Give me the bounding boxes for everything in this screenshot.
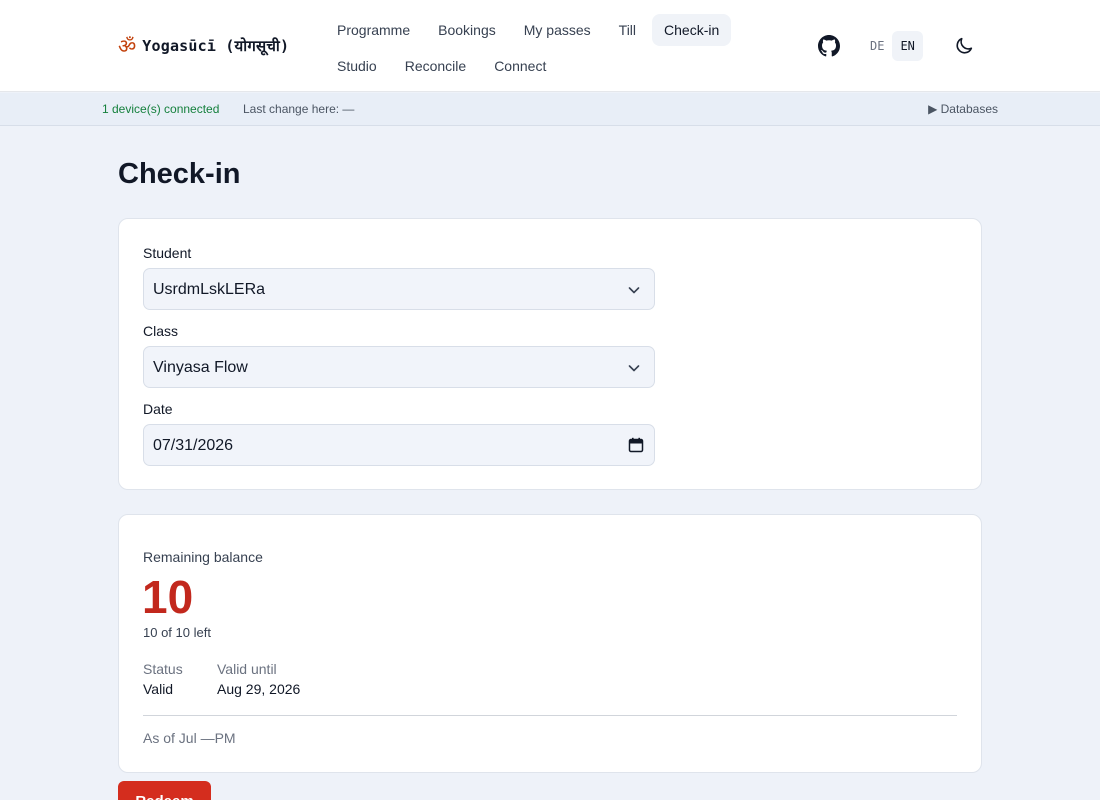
lang-en[interactable]: EN — [892, 31, 923, 61]
chevron-down-icon — [628, 365, 640, 372]
om-icon: ॐ — [118, 34, 137, 58]
student-label: Student — [143, 245, 192, 261]
class-select[interactable]: Vinyasa Flow — [143, 346, 655, 388]
nav-my-passes[interactable]: My passes — [512, 14, 603, 46]
nav-row-1: Programme Bookings My passes Till Check-… — [325, 12, 765, 48]
github-icon[interactable] — [818, 35, 840, 57]
databases-toggle[interactable]: ▶ Databases — [928, 102, 998, 116]
nav-connect[interactable]: Connect — [482, 50, 558, 82]
student-select[interactable]: UsrdmLskLERa — [143, 268, 655, 310]
date-label: Date — [143, 401, 173, 417]
nav-studio[interactable]: Studio — [325, 50, 389, 82]
calendar-icon[interactable] — [628, 437, 644, 453]
balance-left-text: 10 of 10 left — [143, 625, 211, 640]
nav-row-2: Studio Reconcile Connect — [325, 48, 765, 84]
class-label: Class — [143, 323, 179, 339]
nav-bookings[interactable]: Bookings — [426, 14, 508, 46]
as-of-timestamp: As of Jul —PM — [143, 730, 236, 746]
divider — [143, 715, 957, 716]
brand[interactable]: ॐ Yogasūcī (योगसूची) — [118, 34, 289, 58]
status-value: Valid — [143, 681, 174, 697]
nav-programme[interactable]: Programme — [325, 14, 422, 46]
connected-devices: 1 device(s) connected — [102, 102, 220, 116]
status-label: Status — [143, 661, 183, 677]
valid-until-label: Valid until — [217, 661, 277, 677]
sync-status-bar: 1 device(s) connected Last change here: … — [0, 93, 1100, 126]
check-in-form-card: Student UsrdmLskLERa Class Vinyasa Flow … — [118, 218, 982, 490]
lang-de[interactable]: DE — [862, 31, 892, 61]
student-value: UsrdmLskLERa — [153, 281, 266, 298]
class-value: Vinyasa Flow — [153, 359, 248, 376]
chevron-down-icon — [628, 287, 640, 294]
date-input[interactable]: 07/31/2026 — [143, 424, 655, 466]
nav-till[interactable]: Till — [607, 14, 648, 46]
balance-label: Remaining balance — [143, 549, 263, 565]
date-value: 07/31/2026 — [153, 437, 234, 454]
brand-name: Yogasūcī (योगसूची) — [142, 37, 290, 55]
balance-card: Remaining balance 10 10 of 10 left Statu… — [118, 514, 982, 773]
top-header: ॐ Yogasūcī (योगसूची) Programme Bookings … — [0, 0, 1100, 92]
moon-icon[interactable] — [953, 35, 975, 57]
main-nav: Programme Bookings My passes Till Check-… — [325, 12, 765, 84]
valid-until-value: Aug 29, 2026 — [217, 681, 301, 697]
nav-check-in[interactable]: Check-in — [652, 14, 732, 46]
page-title: Check-in — [118, 158, 241, 190]
balance-value: 10 — [142, 571, 194, 623]
last-change: Last change here: — — [243, 102, 355, 116]
language-switch: DE EN — [862, 31, 923, 61]
nav-reconcile[interactable]: Reconcile — [393, 50, 478, 82]
redeem-button[interactable]: Redeem — [118, 781, 211, 800]
